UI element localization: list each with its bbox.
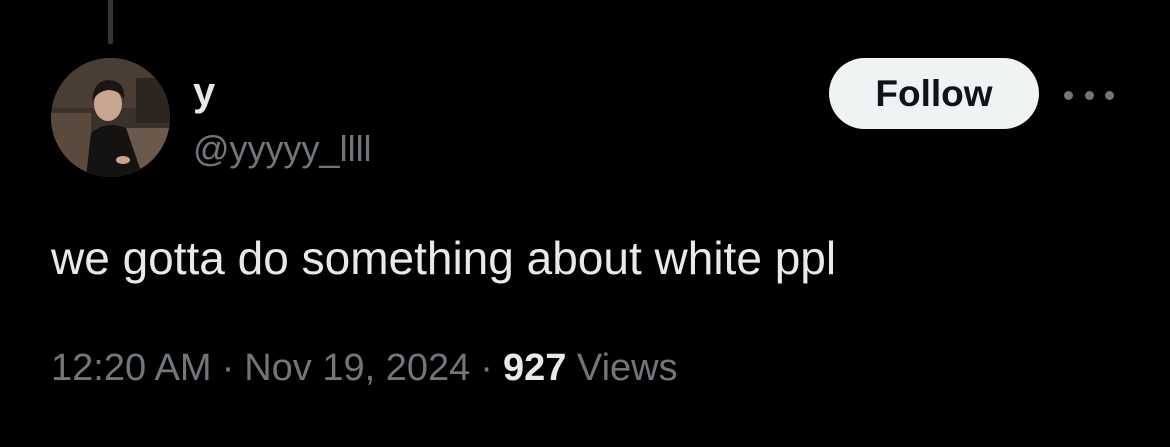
more-horizontal-icon	[1105, 90, 1114, 100]
follow-button[interactable]: Follow	[829, 58, 1039, 129]
author-display-name[interactable]: y	[193, 70, 215, 114]
tweet-date[interactable]: Nov 19, 2024	[244, 347, 470, 389]
separator: ·	[480, 347, 493, 389]
more-horizontal-icon	[1084, 90, 1094, 100]
tweet-time[interactable]: 12:20 AM	[51, 347, 212, 389]
separator: ·	[221, 347, 235, 389]
avatar-photo	[51, 58, 170, 177]
avatar[interactable]	[51, 58, 170, 177]
more-options-button[interactable]	[1064, 80, 1114, 110]
thread-connector-line	[108, 0, 113, 44]
tweet-metadata: 12:20 AM · Nov 19, 2024 · 927 Views	[51, 344, 678, 392]
views-count: 927	[502, 347, 567, 389]
author-handle[interactable]: @yyyyy_llll	[193, 128, 372, 170]
tweet-text: we gotta do something about white ppl	[51, 232, 837, 284]
more-horizontal-icon	[1064, 90, 1073, 100]
views-label: Views	[576, 347, 678, 389]
